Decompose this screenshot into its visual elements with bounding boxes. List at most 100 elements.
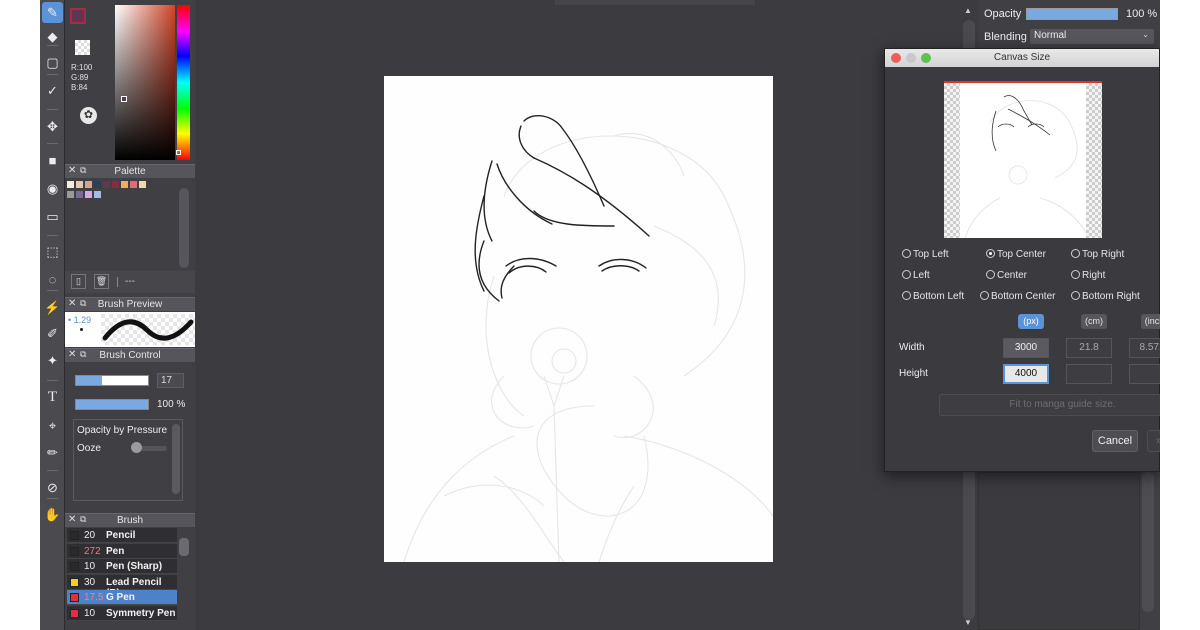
opacity-by-pressure-label[interactable]: Opacity by Pressure	[77, 425, 167, 436]
new-palette-icon[interactable]: ▯	[71, 274, 86, 289]
ooze-slider-handle[interactable]	[131, 442, 142, 453]
unit-cm-button[interactable]: (cm)	[1081, 314, 1107, 329]
select-fill-icon[interactable]: ✦	[42, 350, 63, 371]
scroll-down-arrow[interactable]: ▼	[964, 618, 972, 627]
palette-swatch[interactable]	[112, 181, 119, 188]
select-pen-icon[interactable]: ✓	[42, 80, 63, 101]
eraser-icon[interactable]: ◆	[42, 26, 63, 47]
brush-color-chip	[70, 546, 79, 556]
foreground-color-swatch[interactable]	[70, 8, 86, 24]
radio-icon[interactable]	[1071, 249, 1080, 258]
height-px-field[interactable]: 4000	[1003, 364, 1049, 384]
palette-swatch[interactable]	[121, 181, 128, 188]
radio-icon[interactable]	[1071, 270, 1080, 279]
fill-rect-icon[interactable]: ■	[42, 150, 63, 171]
radio-icon[interactable]	[1071, 291, 1080, 300]
hue-slider-handle[interactable]	[176, 150, 181, 155]
layer-opacity-slider[interactable]	[1026, 8, 1118, 20]
height-inch-field[interactable]	[1129, 364, 1160, 384]
fit-to-manga-guide-button[interactable]: Fit to manga guide size.	[939, 394, 1160, 416]
brush-size-field[interactable]: 17	[157, 373, 184, 388]
saturation-brightness-field[interactable]	[115, 5, 175, 160]
palette-swatch[interactable]	[67, 191, 74, 198]
unit-inch-button[interactable]: (inch)	[1141, 314, 1160, 329]
palette-swatch[interactable]	[76, 181, 83, 188]
palette-swatch[interactable]	[94, 181, 101, 188]
zoom-window-icon[interactable]	[921, 53, 931, 63]
radio-icon[interactable]	[986, 249, 995, 258]
cancel-button[interactable]: Cancel	[1092, 430, 1138, 452]
eyedropper-pen-icon[interactable]: ✏	[42, 442, 63, 463]
brush-list-item[interactable]: 20 Pencil	[67, 528, 177, 543]
bucket-icon[interactable]: ◉	[42, 178, 63, 199]
width-inch-field[interactable]: 8.571	[1129, 338, 1160, 358]
brush-list-item[interactable]: 10 Symmetry Pen	[67, 605, 177, 621]
operation-icon[interactable]: ⌖	[42, 415, 63, 436]
radio-icon[interactable]	[980, 291, 989, 300]
anchor-option[interactable]: Bottom Right	[1071, 291, 1140, 302]
brush-list-item[interactable]: 30Lead Pencil (B)	[67, 574, 177, 599]
lasso-icon[interactable]: ◌	[42, 269, 63, 290]
gradient-icon[interactable]: ▭	[42, 206, 63, 227]
palette-swatch[interactable]	[85, 181, 92, 188]
select-eraser-icon[interactable]: ✐	[42, 323, 63, 344]
color-wheel-button[interactable]: ✿	[80, 107, 97, 124]
width-px-field[interactable]: 3000	[1003, 338, 1049, 358]
hue-slider[interactable]	[177, 5, 190, 160]
move-icon[interactable]: ✥	[42, 116, 63, 137]
brush-opacity-slider[interactable]	[75, 399, 149, 410]
brush-list-item[interactable]: 10 Pen (Sharp)	[67, 559, 177, 574]
toolbar-separator	[47, 498, 58, 499]
blending-select[interactable]: Normal ⌄	[1030, 29, 1154, 44]
anchor-option[interactable]: Left	[902, 270, 930, 281]
palette-scrollbar[interactable]	[179, 188, 189, 268]
unit-px-button[interactable]: (px)	[1018, 314, 1044, 329]
palette-swatch[interactable]	[67, 181, 74, 188]
anchor-option[interactable]: Bottom Center	[980, 291, 1055, 302]
anchor-option[interactable]: Top Center	[986, 249, 1046, 260]
radio-icon[interactable]	[902, 270, 911, 279]
scroll-up-arrow[interactable]: ▲	[964, 6, 972, 15]
height-cm-field[interactable]	[1066, 364, 1112, 384]
layer-list-scrollbar[interactable]	[1142, 472, 1154, 612]
ok-button[interactable]: »	[1147, 430, 1160, 452]
minimize-window-icon[interactable]	[906, 53, 916, 63]
brush-size-slider[interactable]	[75, 375, 149, 386]
anchor-option[interactable]: Top Left	[902, 249, 949, 260]
width-cm-field[interactable]: 21.8	[1066, 338, 1112, 358]
brush-list-scrollbar[interactable]	[179, 538, 189, 556]
close-window-icon[interactable]	[891, 53, 901, 63]
delete-palette-icon[interactable]: 🗑	[94, 274, 109, 289]
brush-options-scrollbar[interactable]	[172, 424, 180, 494]
brush-control-header: ✕ ⧉ Brush Control	[65, 348, 195, 362]
palette-swatch[interactable]	[103, 181, 110, 188]
brush-color-chip	[70, 562, 79, 571]
palette-swatch[interactable]	[130, 181, 137, 188]
anchor-option[interactable]: Center	[986, 270, 1027, 281]
anchor-option[interactable]: Right	[1071, 270, 1105, 281]
marquee-icon[interactable]: ⬚	[42, 241, 63, 262]
transparent-color-swatch[interactable]	[75, 40, 90, 55]
eyedropper-icon[interactable]: ⊘	[42, 477, 63, 498]
anchor-option[interactable]: Bottom Left	[902, 291, 964, 302]
palette-swatch[interactable]	[94, 191, 101, 198]
brush-list-item[interactable]: 272 Pen	[67, 543, 177, 559]
text-icon[interactable]: T	[42, 387, 63, 408]
shape-icon[interactable]: ▢	[42, 52, 63, 73]
radio-icon[interactable]	[986, 270, 995, 279]
anchor-option[interactable]: Top Right	[1071, 249, 1124, 260]
magic-wand-icon[interactable]: ⚡	[42, 297, 63, 318]
drawing-canvas[interactable]	[384, 76, 773, 562]
brush-list-item[interactable]: 17.5 G Pen	[67, 590, 177, 605]
radio-icon[interactable]	[902, 291, 911, 300]
brush-preview-title: Brush Preview	[97, 299, 163, 310]
brush-list: 20 Pencil 272 Pen 10 Pen (Sharp) 30 Lead Pencil…	[65, 528, 195, 630]
palette-swatch[interactable]	[85, 191, 92, 198]
canvas-area[interactable]	[195, 0, 963, 630]
palette-swatch[interactable]	[76, 191, 83, 198]
palette-swatch[interactable]	[139, 181, 146, 188]
palette-swatches	[65, 179, 177, 269]
hand-icon[interactable]: ✋	[42, 504, 63, 525]
radio-icon[interactable]	[902, 249, 911, 258]
brush-icon[interactable]: ✎	[42, 2, 63, 23]
